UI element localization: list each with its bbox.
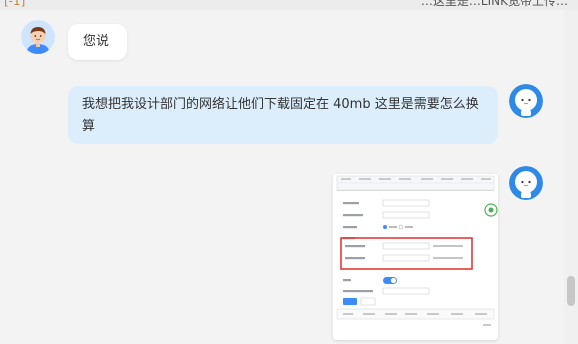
message-text: 我想把我设计部门的网络让他们下载固定在 40mb 这里是需要怎么换算 bbox=[82, 97, 479, 134]
router-settings-screenshot bbox=[333, 174, 498, 340]
message-bubble-user: 您说 bbox=[68, 24, 127, 60]
top-left-mark: [-1] bbox=[4, 0, 26, 8]
top-strip: [-1] …这里是…LINK宽带上传… bbox=[0, 0, 578, 10]
message-bubble-bot: 我想把我设计部门的网络让他们下载固定在 40mb 这里是需要怎么换算 bbox=[68, 86, 498, 144]
user-avatar[interactable] bbox=[21, 20, 55, 54]
bot-avatar[interactable] bbox=[509, 84, 543, 118]
scrollbar-thumb[interactable] bbox=[567, 276, 575, 306]
message-text: 您说 bbox=[83, 34, 110, 49]
scrollbar[interactable] bbox=[564, 10, 578, 344]
top-header-text: …这里是…LINK宽带上传… bbox=[420, 0, 568, 8]
message-image-thumbnail[interactable] bbox=[333, 174, 498, 340]
bot-avatar[interactable] bbox=[509, 166, 543, 200]
